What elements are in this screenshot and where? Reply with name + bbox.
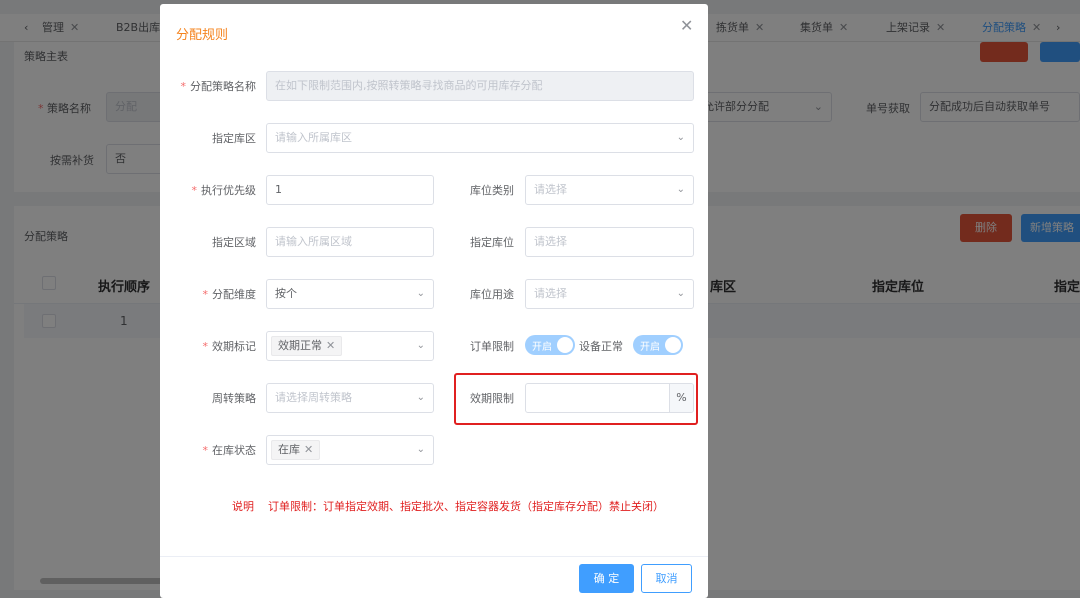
expiry-mark-select[interactable]: 效期正常 ✕ ⌄ — [266, 331, 434, 361]
location-type-label: 库位类别 — [470, 184, 514, 197]
dimension-label: * 分配维度 — [202, 288, 257, 301]
order-limit-label: 订单限制 — [470, 340, 514, 353]
location-type-select[interactable]: 请选择 ⌄ — [525, 175, 694, 205]
location-label: 指定库位 — [470, 236, 514, 249]
chevron-down-icon: ⌄ — [416, 444, 425, 455]
ok-button[interactable]: 确 定 — [579, 564, 634, 593]
warehouse-zone-label: 指定库区 — [212, 132, 256, 145]
chevron-down-icon: ⌄ — [676, 184, 685, 195]
stock-status-select[interactable]: 在库 ✕ ⌄ — [266, 435, 434, 465]
order-limit-switch[interactable]: 开启 — [525, 335, 575, 355]
dialog-footer-divider — [160, 556, 708, 557]
priority-input[interactable]: 1 — [266, 175, 434, 205]
allocation-rule-dialog: 分配规则 ✕ * 分配策略名称 在如下限制范围内,按照转策略寻找商品的可用库存分配… — [160, 4, 708, 598]
strategy-name-input: 在如下限制范围内,按照转策略寻找商品的可用库存分配 — [266, 71, 694, 101]
location-usage-select[interactable]: 请选择 ⌄ — [525, 279, 694, 309]
dialog-title: 分配规则 — [176, 28, 229, 43]
warehouse-zone-select[interactable]: 请输入所属库区 ⌄ — [266, 123, 694, 153]
device-normal-label: 设备正常 — [579, 340, 623, 353]
strategy-name-label: * 分配策略名称 — [180, 80, 257, 93]
location-usage-label: 库位用途 — [470, 288, 514, 301]
dimension-select[interactable]: 按个 ⌄ — [266, 279, 434, 309]
priority-label: * 执行优先级 — [191, 184, 257, 197]
area-input[interactable]: 请输入所属区域 — [266, 227, 434, 257]
close-icon[interactable]: ✕ — [304, 443, 313, 456]
cancel-button[interactable]: 取消 — [641, 564, 692, 593]
note-text: 说明 订单限制：订单指定效期、指定批次、指定容器发货（指定库存分配）禁止关闭） — [232, 500, 664, 513]
close-icon[interactable]: ✕ — [326, 339, 335, 352]
area-label: 指定区域 — [212, 236, 256, 249]
expiry-mark-tag: 效期正常 ✕ — [271, 336, 343, 356]
chevron-down-icon: ⌄ — [676, 288, 685, 299]
stock-status-label: * 在库状态 — [202, 444, 257, 457]
turnover-label: 周转策略 — [212, 392, 256, 405]
turnover-select[interactable]: 请选择周转策略 ⌄ — [266, 383, 434, 413]
expiry-mark-label: * 效期标记 — [202, 340, 257, 353]
location-input[interactable]: 请选择 — [525, 227, 694, 257]
highlight-box — [454, 373, 698, 425]
chevron-down-icon: ⌄ — [676, 132, 685, 143]
close-icon[interactable]: ✕ — [680, 16, 693, 35]
stock-status-tag: 在库 ✕ — [271, 440, 321, 460]
device-normal-switch[interactable]: 开启 — [633, 335, 683, 355]
